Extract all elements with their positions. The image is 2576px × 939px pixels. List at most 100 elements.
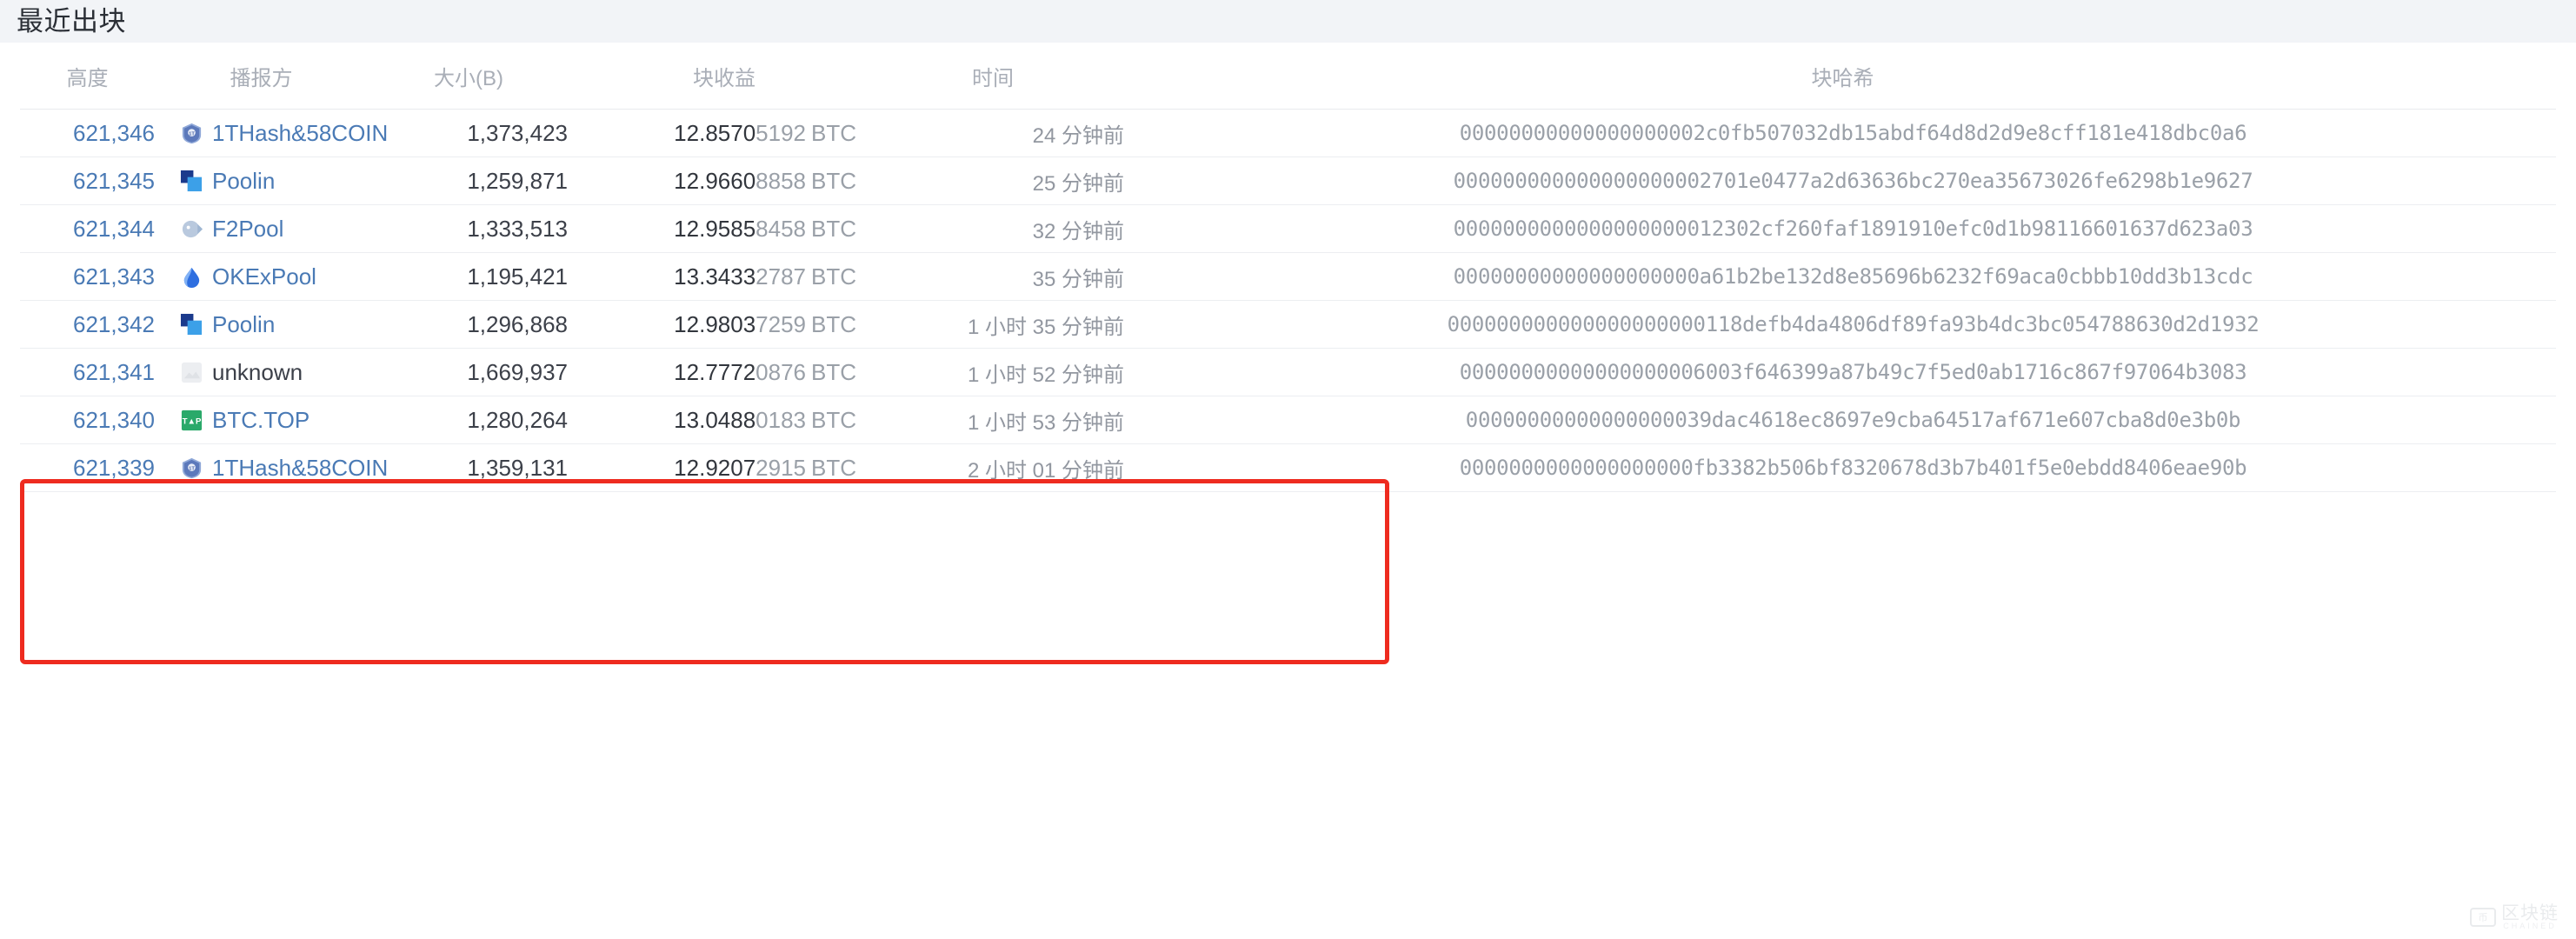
- pool-name-label[interactable]: BTC.TOP: [212, 407, 310, 434]
- reward-value-main: 12.9803: [674, 310, 756, 337]
- cell-reward: 12.96608858 BTC: [585, 168, 863, 195]
- table-row[interactable]: 621,340 T▲P BTC.TOP 1,280,264 13.04880183 BTC…: [20, 396, 2556, 444]
- block-hash-value[interactable]: 00000000000000000002c0fb507032db15abdf64…: [1460, 121, 2247, 145]
- block-age-value: 32 分钟前: [1032, 219, 1124, 243]
- reward-unit-label: BTC: [811, 406, 856, 433]
- table-row[interactable]: 621,346 1T 1THash&58COIN 1,373,423 12.857051…: [20, 110, 2556, 157]
- block-hash-value[interactable]: 00000000000000000006003f646399a87b49c7f5…: [1460, 360, 2247, 384]
- column-header-hash[interactable]: 块哈希: [1150, 61, 2556, 91]
- 1thash-logo-icon: 1T: [180, 456, 203, 480]
- cell-hash: 00000000000000000000a61b2be132d8e85696b6…: [1150, 264, 2556, 290]
- poolin-logo-icon: [180, 313, 203, 336]
- reward-value-decimals: 0183: [755, 406, 806, 433]
- block-height-link[interactable]: 621,340: [73, 407, 155, 433]
- reward-value-main: 12.8570: [674, 119, 756, 146]
- block-age-value: 24 分钟前: [1032, 123, 1124, 148]
- block-height-link[interactable]: 621,346: [73, 120, 155, 146]
- block-hash-value[interactable]: 00000000000000000000a61b2be132d8e85696b6…: [1454, 264, 2253, 289]
- pool-name-label[interactable]: F2Pool: [212, 216, 283, 243]
- table-row[interactable]: 621,343 OKExPool 1,195,421 13.34332787 BTC 35…: [20, 253, 2556, 301]
- watermark-text: 区块链 CHAINED: [2501, 904, 2559, 930]
- cell-hash: 000000000000000000000118defb4da4806df89f…: [1150, 312, 2556, 337]
- block-age-value: 2 小时 01 分钟前: [967, 458, 1124, 483]
- table-row[interactable]: 621,344 F2Pool 1,333,513 12.95858458 BTC 32 分…: [20, 205, 2556, 253]
- table-body: 621,346 1T 1THash&58COIN 1,373,423 12.857051…: [20, 110, 2556, 492]
- svg-text:1T: 1T: [189, 466, 195, 471]
- reward-value-main: 13.0488: [674, 406, 756, 433]
- block-hash-value[interactable]: 0000000000000000000fb3382b506bf8320678d3…: [1460, 456, 2247, 480]
- cell-height: 621,340: [20, 407, 155, 434]
- cell-time: 24 分钟前: [863, 118, 1150, 149]
- block-hash-value[interactable]: 000000000000000000000118defb4da4806df89f…: [1448, 312, 2260, 336]
- reward-value-decimals: 2787: [755, 263, 806, 290]
- cell-height: 621,339: [20, 455, 155, 482]
- table-row[interactable]: 621,342 Poolin 1,296,868 12.98037259 BTC 1 小时…: [20, 301, 2556, 349]
- cell-reward: 12.77720876 BTC: [585, 359, 863, 386]
- page-header-band: 最近出块: [0, 0, 2576, 43]
- table-row[interactable]: 621,341 unknown 1,669,937 12.77720876 BTC 1 小…: [20, 349, 2556, 396]
- column-header-size[interactable]: 大小(B): [368, 61, 585, 91]
- cell-reward: 13.04880183 BTC: [585, 407, 863, 434]
- cell-height: 621,346: [20, 120, 155, 147]
- column-header-pool[interactable]: 播报方: [155, 61, 368, 91]
- block-height-link[interactable]: 621,341: [73, 359, 155, 385]
- block-size-value: 1,373,423: [467, 119, 568, 146]
- cell-size: 1,296,868: [368, 311, 585, 338]
- block-height-link[interactable]: 621,344: [73, 216, 155, 242]
- cell-time: 2 小时 01 分钟前: [863, 453, 1150, 483]
- reward-value-decimals: 2915: [755, 454, 806, 481]
- block-height-link[interactable]: 621,343: [73, 263, 155, 290]
- block-height-link[interactable]: 621,339: [73, 455, 155, 481]
- block-size-value: 1,359,131: [467, 454, 568, 481]
- reward-value-main: 12.9585: [674, 215, 756, 242]
- block-size-value: 1,669,937: [467, 358, 568, 385]
- cell-size: 1,669,937: [368, 359, 585, 386]
- reward-unit-label: BTC: [811, 310, 856, 337]
- reward-value-decimals: 8458: [755, 215, 806, 242]
- block-hash-value[interactable]: 0000000000000000000012302cf260faf1891910…: [1454, 216, 2253, 241]
- pool-name-label[interactable]: OKExPool: [212, 263, 316, 290]
- cell-time: 25 分钟前: [863, 166, 1150, 196]
- block-height-link[interactable]: 621,342: [73, 311, 155, 337]
- reward-value-main: 12.7772: [674, 358, 756, 385]
- block-age-value: 1 小时 53 分钟前: [967, 410, 1124, 435]
- cell-size: 1,195,421: [368, 263, 585, 290]
- pool-name-label[interactable]: Poolin: [212, 168, 275, 195]
- reward-unit-label: BTC: [811, 358, 856, 385]
- column-header-height[interactable]: 高度: [20, 61, 155, 91]
- reward-unit-label: BTC: [811, 119, 856, 146]
- cell-height: 621,344: [20, 216, 155, 243]
- pool-name-label[interactable]: Poolin: [212, 311, 275, 338]
- cell-hash: 00000000000000000039dac4618ec8697e9cba64…: [1150, 408, 2556, 433]
- cell-height: 621,345: [20, 168, 155, 195]
- reward-unit-label: BTC: [811, 263, 856, 290]
- reward-value-main: 12.9660: [674, 167, 756, 194]
- table-row[interactable]: 621,339 1T 1THash&58COIN 1,359,131 12.920729…: [20, 444, 2556, 492]
- cell-height: 621,342: [20, 311, 155, 338]
- cell-hash: 0000000000000000000012302cf260faf1891910…: [1150, 216, 2556, 242]
- pool-name-label[interactable]: 1THash&58COIN: [212, 120, 388, 147]
- cell-reward: 12.92072915 BTC: [585, 455, 863, 482]
- column-header-reward[interactable]: 块收益: [585, 61, 863, 91]
- cell-size: 1,333,513: [368, 216, 585, 243]
- block-size-value: 1,195,421: [467, 263, 568, 290]
- cell-size: 1,280,264: [368, 407, 585, 434]
- block-size-value: 1,259,871: [467, 167, 568, 194]
- table-row[interactable]: 621,345 Poolin 1,259,871 12.96608858 BTC 25 分…: [20, 157, 2556, 205]
- okexpool-logo-icon: [180, 265, 203, 289]
- cell-time: 35 分钟前: [863, 262, 1150, 292]
- pool-name-label[interactable]: 1THash&58COIN: [212, 455, 388, 482]
- cell-time: 1 小时 53 分钟前: [863, 405, 1150, 436]
- block-height-link[interactable]: 621,345: [73, 168, 155, 194]
- cell-size: 1,259,871: [368, 168, 585, 195]
- cell-pool: Poolin: [155, 311, 368, 338]
- column-header-time[interactable]: 时间: [863, 61, 1150, 91]
- cell-pool: Poolin: [155, 168, 368, 195]
- blocks-card: 高度 播报方 大小(B) 块收益 时间 块哈希 621,346 1T 1THash&…: [0, 43, 2576, 939]
- block-hash-value[interactable]: 00000000000000000039dac4618ec8697e9cba64…: [1466, 408, 2241, 432]
- reward-value-decimals: 7259: [755, 310, 806, 337]
- watermark-badge: 币: [2470, 908, 2496, 927]
- block-hash-value[interactable]: 000000000000000000002701e0477a2d63636bc2…: [1454, 169, 2253, 193]
- cell-reward: 13.34332787 BTC: [585, 263, 863, 290]
- cell-reward: 12.85705192 BTC: [585, 120, 863, 147]
